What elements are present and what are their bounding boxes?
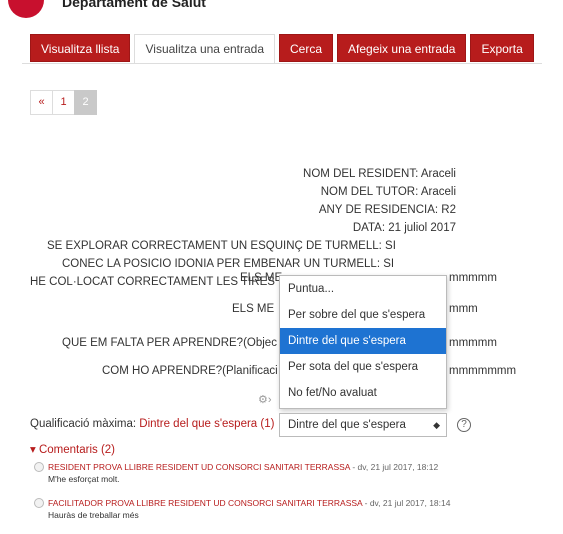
gear-icon[interactable]: ⚙› <box>258 393 272 406</box>
dropdown-option-no-fet[interactable]: No fet/No avaluat <box>280 380 446 406</box>
comment-body: Hauràs de treballar més <box>48 510 139 520</box>
field-com-label: COM HO APRENDRE?(Planificaci <box>102 365 278 377</box>
comment-body: M'he esforçat molt. <box>48 474 120 484</box>
field-any-residencia: ANY DE RESIDENCIA: R2 <box>318 204 456 216</box>
tab-visualitza-llista[interactable]: Visualitza llista <box>30 34 131 62</box>
header-title: Departament de Salut <box>62 0 206 10</box>
rating-select-value: Dintre del que s'espera <box>288 419 406 431</box>
field-punts-febles-label: ELS ME <box>232 303 275 315</box>
field-tutor: NOM DEL TUTOR: Araceli <box>320 186 456 198</box>
field-falta-label: QUE EM FALTA PER APRENDRE?(Objec <box>62 337 277 349</box>
comments-toggle[interactable]: ▾ Comentaris (2) <box>30 442 115 456</box>
field-explorar: SE EXPLORAR CORRECTAMENT UN ESQUINÇ DE T… <box>47 240 396 252</box>
rating-value: Dintre del que s'espera (1) <box>139 418 275 430</box>
tab-divider <box>22 63 542 64</box>
pagination-prev[interactable]: « <box>30 90 53 115</box>
field-com-value: mmmmmmm <box>449 365 517 377</box>
comment-meta: - dv, 21 jul 2017, 18:12 <box>349 462 439 472</box>
rating-dropdown-menu: Puntua... Per sobre del que s'espera Din… <box>279 275 447 409</box>
pagination: « 1 2 <box>30 90 97 115</box>
field-punts-febles-value: mmm <box>449 303 478 315</box>
comments-toggle-label: Comentaris (2) <box>38 444 116 456</box>
rating-row: Qualificació màxima: Dintre del que s'es… <box>30 418 274 430</box>
comment-author[interactable]: RESIDENT PROVA LLIBRE RESIDENT UD CONSOR… <box>48 462 350 472</box>
dropdown-option-per-sota[interactable]: Per sota del que s'espera <box>280 354 446 380</box>
rating-label: Qualificació màxima: <box>30 418 140 430</box>
field-falta-value: mmmmm <box>449 337 497 349</box>
field-data: DATA: 21 juliol 2017 <box>352 222 456 234</box>
field-punts-forts-value: mmmmm <box>449 272 497 284</box>
tab-visualitza-entrada[interactable]: Visualitza una entrada <box>134 34 276 64</box>
dropdown-option-puntua[interactable]: Puntua... <box>280 276 446 302</box>
tab-exporta[interactable]: Exporta <box>470 34 534 62</box>
field-resident: NOM DEL RESIDENT: Araceli <box>303 168 456 180</box>
tab-cerca[interactable]: Cerca <box>279 34 334 62</box>
pagination-page-2[interactable]: 2 <box>74 90 97 115</box>
tab-afegeix-entrada[interactable]: Afegeix una entrada <box>337 34 467 62</box>
rating-select[interactable]: Dintre del que s'espera ◆ <box>279 413 447 437</box>
field-punts-forts-label: ELS ME <box>240 272 283 284</box>
comment-meta: - dv, 21 jul 2017, 18:14 <box>362 498 451 508</box>
field-posicio: CONEC LA POSICIO IDONIA PER EMBENAR UN T… <box>62 258 395 270</box>
dropdown-option-per-sobre[interactable]: Per sobre del que s'espera <box>280 302 446 328</box>
site-header: Departament de Salut <box>0 0 563 22</box>
comment-author[interactable]: FACILITADOR PROVA LLIBRE RESIDENT UD CON… <box>48 498 362 508</box>
pagination-page-1[interactable]: 1 <box>52 90 75 115</box>
select-arrow-icon: ◆ <box>433 420 440 430</box>
comment-author-line: FACILITADOR PROVA LLIBRE RESIDENT UD CON… <box>48 498 450 508</box>
tab-bar: Visualitza llista Visualitza una entrada… <box>30 34 534 64</box>
comment-author-line: RESIDENT PROVA LLIBRE RESIDENT UD CONSOR… <box>48 462 438 472</box>
avatar <box>34 498 44 508</box>
logo-icon <box>8 0 44 18</box>
avatar <box>34 462 44 472</box>
help-icon[interactable]: ? <box>457 418 471 432</box>
dropdown-option-dintre[interactable]: Dintre del que s'espera <box>280 328 446 354</box>
